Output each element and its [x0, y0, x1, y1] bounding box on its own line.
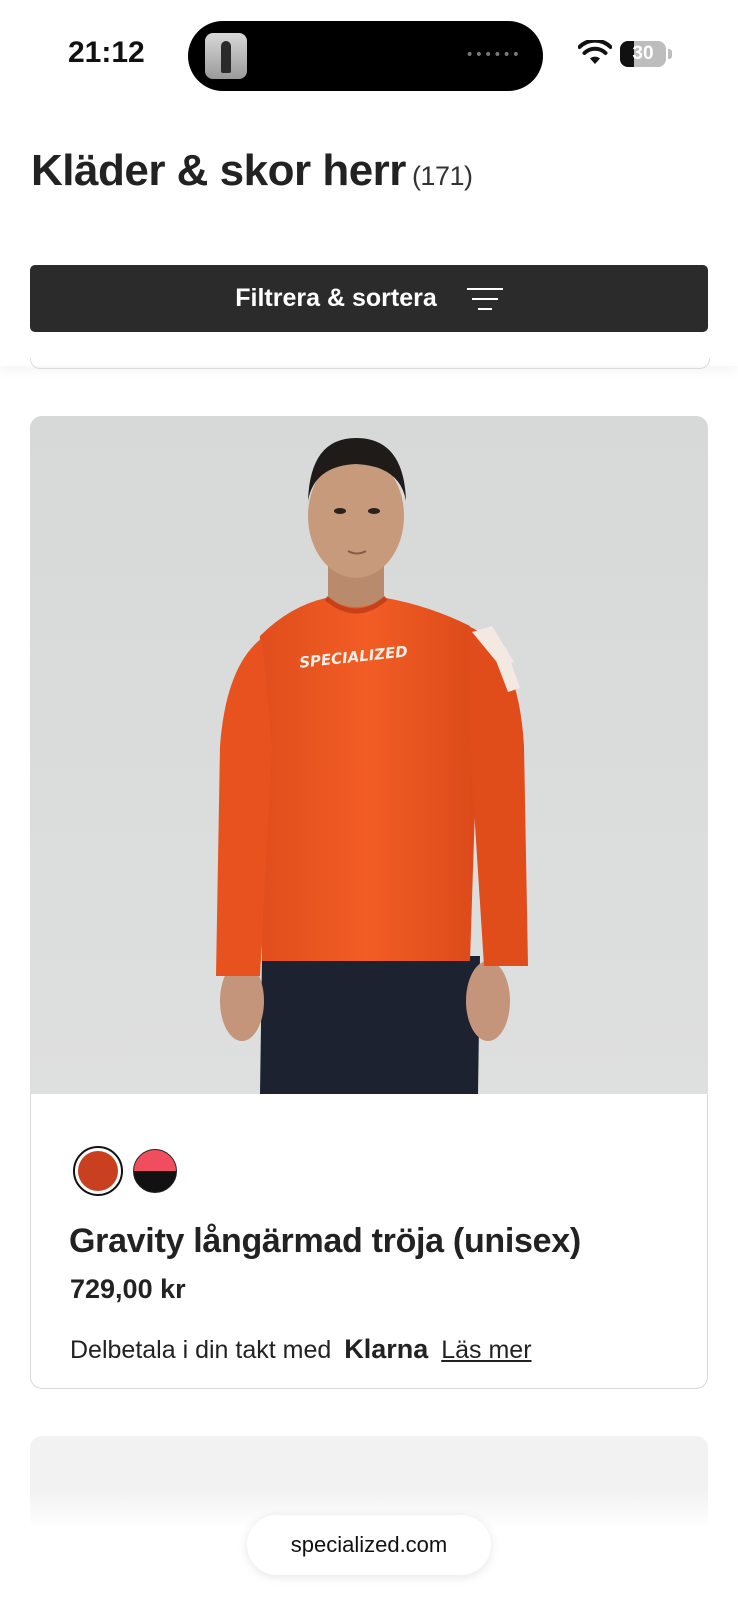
klarna-promo: Delbetala i din takt med Klarna Läs mer	[70, 1334, 532, 1365]
now-playing-thumbnail	[205, 33, 247, 79]
listing-header: Kläder & skor herr (171) Filtrera & sorte…	[0, 110, 738, 366]
battery-tip	[668, 49, 672, 59]
page-title: Kläder & skor herr (171)	[31, 146, 473, 196]
activity-dots-icon: ••••••	[465, 47, 521, 63]
color-swatch-pink-black[interactable]	[133, 1149, 177, 1193]
browser-url-bar[interactable]: specialized.com	[247, 1515, 491, 1575]
status-time: 21:12	[68, 36, 145, 69]
filter-lines-icon	[466, 286, 503, 312]
product-info: Gravity långärmad tröja (unisex) 729,00 …	[30, 1094, 708, 1389]
battery-icon: 30	[620, 41, 666, 67]
browser-url: specialized.com	[290, 1532, 448, 1557]
page-title-text: Kläder & skor herr	[31, 146, 406, 195]
product-name[interactable]: Gravity långärmad tröja (unisex)	[69, 1222, 581, 1261]
color-swatch-orange[interactable]	[73, 1146, 123, 1196]
product-price: 729,00 kr	[70, 1274, 186, 1304]
klarna-prefix: Delbetala i din takt med	[70, 1336, 332, 1364]
model-photo: SPECIALIZED	[30, 416, 708, 1094]
filter-sort-label: Filtrera & sortera	[235, 284, 437, 312]
status-bar: 21:12 •••••• 30	[0, 0, 738, 110]
product-card[interactable]: SPECIALIZED Gravity långärmad tröja (uni…	[30, 416, 708, 1390]
wifi-icon	[578, 40, 612, 64]
filter-sort-button[interactable]: Filtrera & sortera	[30, 265, 708, 332]
product-image[interactable]: SPECIALIZED	[30, 416, 708, 1094]
previous-card-edge	[30, 358, 710, 369]
color-swatches	[73, 1146, 177, 1196]
swatch-dot	[78, 1151, 118, 1191]
battery-level: 30	[632, 43, 654, 64]
klarna-read-more-link[interactable]: Läs mer	[441, 1336, 531, 1364]
product-count: (171)	[411, 161, 473, 191]
dynamic-island[interactable]: ••••••	[188, 21, 543, 91]
klarna-logo: Klarna	[344, 1334, 429, 1364]
